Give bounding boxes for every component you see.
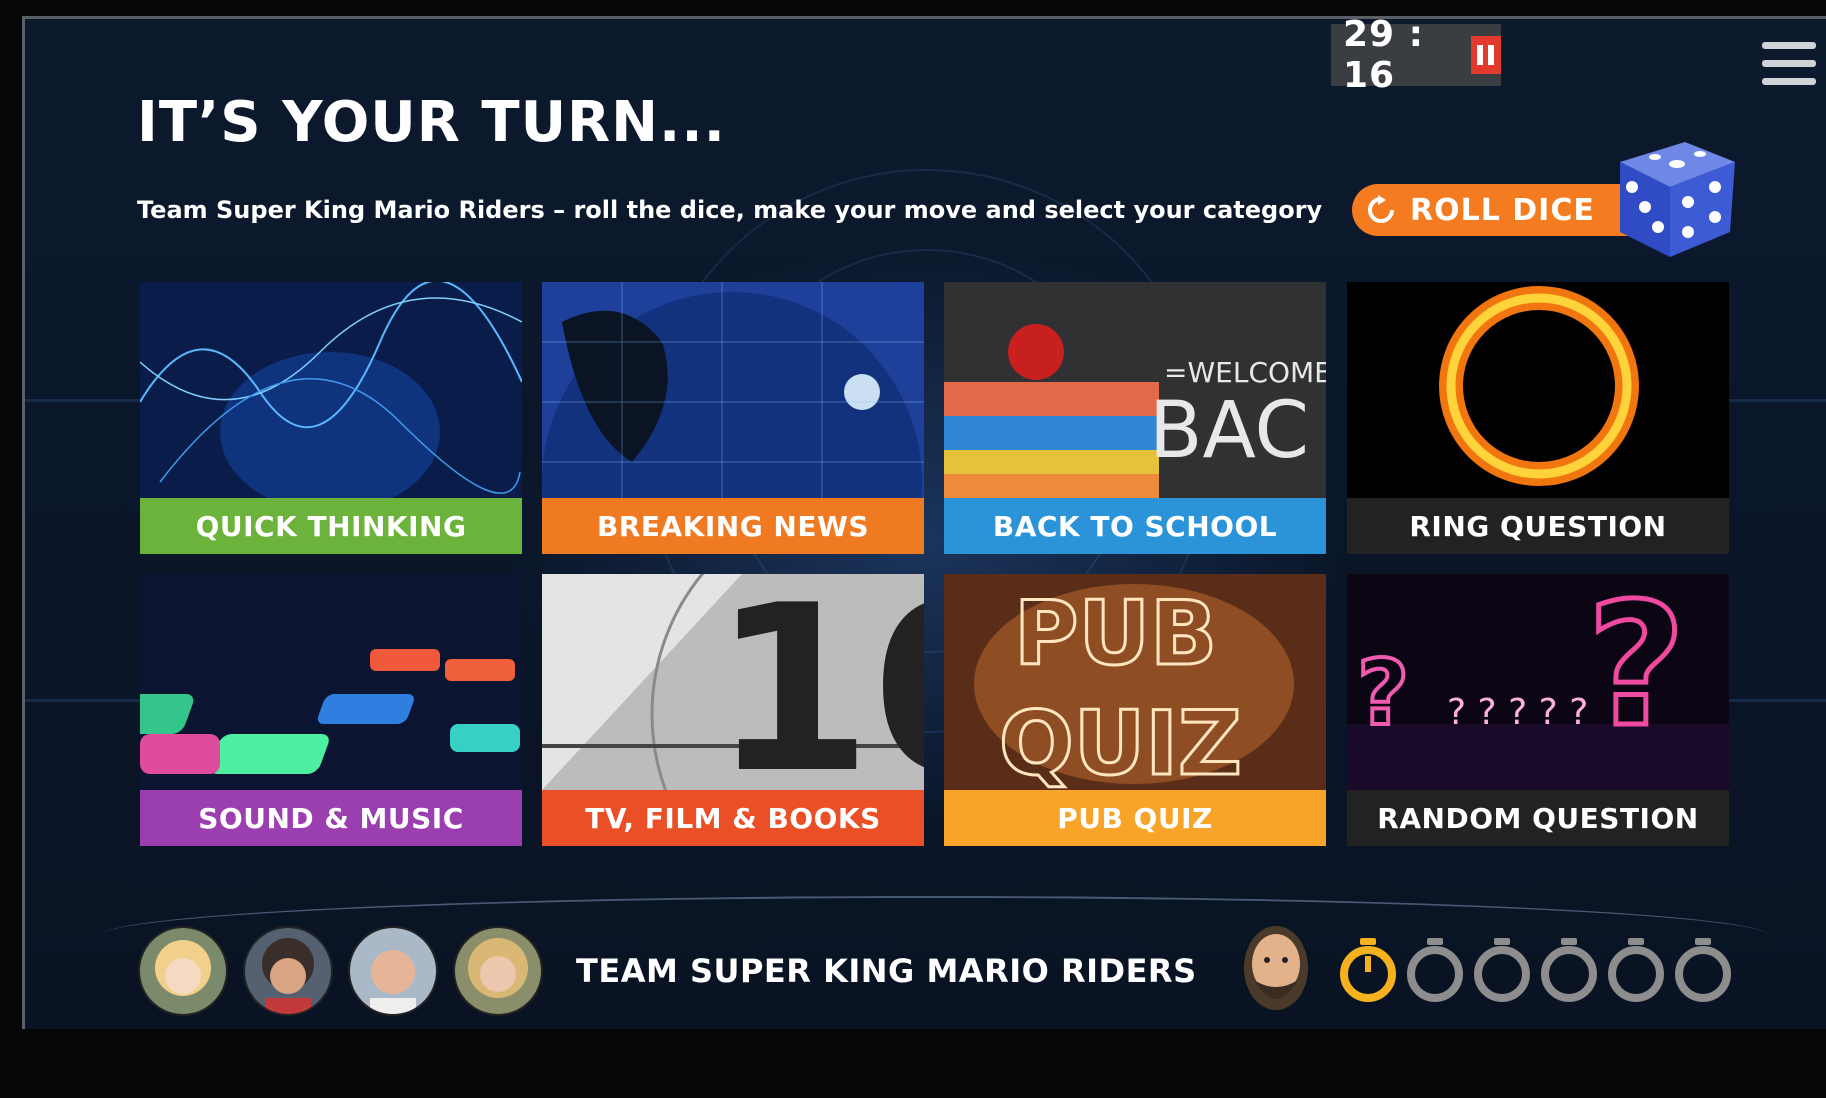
dice-icon[interactable]	[1610, 132, 1740, 262]
category-label: PUB QUIZ	[944, 790, 1326, 846]
stopwatch-icon	[1675, 938, 1731, 1002]
globe-image	[542, 282, 924, 498]
pause-icon-bar	[1488, 45, 1495, 65]
page-title: IT’S YOUR TURN...	[137, 90, 726, 155]
film-countdown-image: 10	[542, 574, 924, 790]
category-ring-question[interactable]: RING QUESTION	[1347, 282, 1729, 554]
neon-pub-quiz-image: PUB QUIZ	[944, 574, 1326, 790]
category-breaking-news[interactable]: BREAKING NEWS	[542, 282, 924, 554]
stopwatch-icon	[1407, 938, 1463, 1002]
menu-button[interactable]	[1762, 40, 1820, 86]
svg-text:?: ?	[1587, 574, 1686, 765]
stopwatch-icon	[1474, 938, 1530, 1002]
stopwatch-icon	[1608, 938, 1664, 1002]
books-apple-image: =WELCOME BAC	[944, 282, 1326, 498]
category-quick-thinking[interactable]: QUICK THINKING	[140, 282, 522, 554]
pause-button[interactable]	[1470, 36, 1501, 74]
avatar	[138, 926, 228, 1016]
hamburger-icon	[1762, 42, 1816, 49]
category-label: BACK TO SCHOOL	[944, 498, 1326, 554]
team-name: TEAM SUPER KING MARIO RIDERS	[576, 952, 1197, 990]
svg-text:?: ?	[1357, 641, 1409, 746]
neon-question-marks-image: ? ? ? ? ? ? ?	[1347, 574, 1729, 790]
category-label: RANDOM QUESTION	[1347, 790, 1729, 846]
svg-text:QUIZ: QUIZ	[999, 692, 1242, 790]
refresh-icon	[1368, 195, 1394, 223]
turn-instructions: Team Super King Mario Riders – roll the …	[137, 196, 1323, 224]
svg-text:=WELCOME: =WELCOME	[1164, 356, 1326, 389]
fire-ring-image	[1347, 282, 1729, 498]
avatar	[243, 926, 333, 1016]
category-back-to-school[interactable]: =WELCOME BAC BACK TO SCHOOL	[944, 282, 1326, 554]
category-pub-quiz[interactable]: PUB QUIZ PUB QUIZ	[944, 574, 1326, 846]
svg-text:? ? ? ? ?: ? ? ? ? ?	[1447, 692, 1588, 733]
category-tv-film-books[interactable]: 10 TV, FILM & BOOKS	[542, 574, 924, 846]
stopwatch-icon	[1541, 938, 1597, 1002]
category-label: TV, FILM & BOOKS	[542, 790, 924, 846]
svg-text:10: 10	[712, 574, 924, 790]
pause-icon	[1477, 45, 1484, 65]
category-label: SOUND & MUSIC	[140, 790, 522, 846]
roll-dice-button[interactable]: ROLL DICE	[1352, 184, 1632, 236]
game-timer: 29 : 16	[1331, 14, 1501, 96]
timer-text: 29 : 16	[1343, 14, 1425, 96]
brain-network-image	[140, 282, 522, 498]
hamburger-icon-bar	[1762, 78, 1816, 85]
avatar	[453, 926, 543, 1016]
svg-text:PUB: PUB	[1014, 582, 1217, 685]
bg-line	[1725, 699, 1826, 702]
category-sound-music[interactable]: SOUND & MUSIC	[140, 574, 522, 846]
avatar	[348, 926, 438, 1016]
hamburger-icon-bar	[1762, 60, 1816, 67]
bg-line	[1725, 399, 1826, 402]
bg-line	[25, 399, 145, 402]
category-random-question[interactable]: ? ? ? ? ? ? ? RANDOM QUESTION	[1347, 574, 1729, 846]
roll-dice-label: ROLL DICE	[1410, 192, 1595, 228]
bg-line	[25, 699, 145, 702]
svg-text:BAC: BAC	[1149, 386, 1309, 476]
category-label: BREAKING NEWS	[542, 498, 924, 554]
stopwatch-icon-active	[1340, 938, 1396, 1002]
category-label: RING QUESTION	[1347, 498, 1729, 554]
category-label: QUICK THINKING	[140, 498, 522, 554]
launchpad-image	[140, 574, 522, 790]
quizmaster-avatar	[1244, 926, 1308, 1010]
